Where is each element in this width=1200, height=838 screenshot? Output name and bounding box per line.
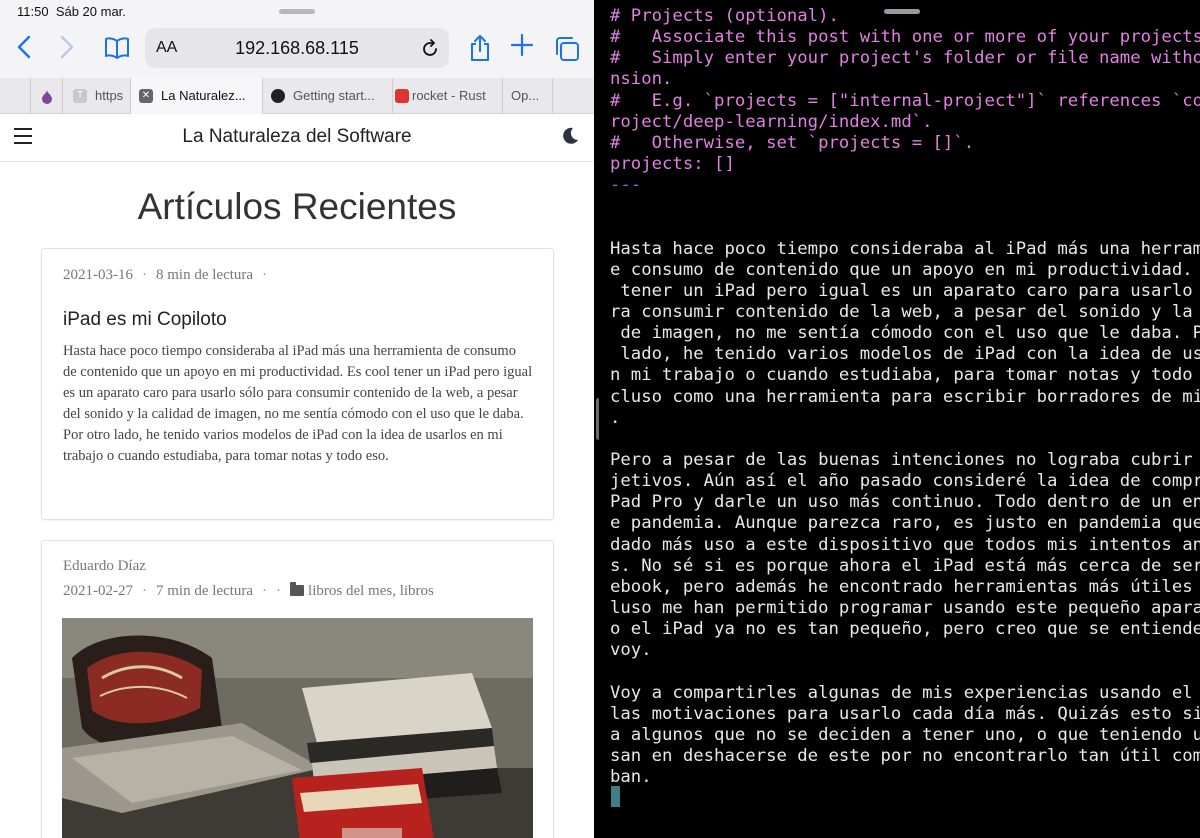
post-date: 2021-03-16 <box>63 267 133 283</box>
post-hero-image[interactable] <box>62 618 533 838</box>
status-time: 11:50 <box>17 4 49 19</box>
editor-line[interactable] <box>610 196 1195 217</box>
reload-icon[interactable] <box>421 38 439 62</box>
editor-line[interactable]: lado, he tenido varios modelos de iPad c… <box>610 344 1200 365</box>
text-cursor <box>611 786 620 807</box>
url-text[interactable]: 192.168.68.115 <box>145 38 449 59</box>
hexagon-favicon-icon <box>271 88 285 103</box>
editor-line[interactable]: Pero a pesar de las buenas intenciones n… <box>610 450 1195 471</box>
editor-line[interactable]: # Associate this post with one or more o… <box>610 27 1200 48</box>
editor-line[interactable]: # E.g. `projects = ["internal-project"]`… <box>610 91 1200 112</box>
editor-line[interactable] <box>610 217 1195 238</box>
editor-line[interactable]: dado más uso a este dispositivo que todo… <box>610 535 1200 556</box>
editor-line[interactable]: cluso como una herramienta para escribir… <box>610 387 1200 408</box>
tab-https[interactable]: Thttps <box>62 78 130 114</box>
tab-bar: Thttps ✕ La Naturalez... Getting start...… <box>0 78 594 114</box>
tab-overflow-left[interactable] <box>0 78 30 114</box>
post-reading-time: 8 min de lectura <box>156 267 254 283</box>
book-icon[interactable] <box>104 37 130 63</box>
post-summary: Hasta hace poco tiempo consideraba al iP… <box>63 343 533 464</box>
editor-line[interactable]: luso me han permitido programar usando e… <box>610 598 1200 619</box>
plus-icon[interactable] <box>510 33 534 59</box>
post-meta: 2021-03-16 · 8 min de lectura · <box>63 267 268 283</box>
post-card[interactable]: 2021-03-16 · 8 min de lectura · iPad es mi … <box>41 248 554 520</box>
close-tab-icon[interactable]: ✕ <box>139 88 153 103</box>
chevron-left-icon[interactable] <box>17 35 31 61</box>
site-header: La Naturaleza del Software <box>0 114 594 162</box>
editor-line[interactable]: nsion. <box>610 69 1195 90</box>
editor-line[interactable]: voy. <box>610 640 1195 661</box>
rocket-favicon-icon <box>395 88 409 103</box>
moon-icon[interactable] <box>560 126 580 150</box>
editor-line[interactable]: a algunos que no se deciden a tener uno,… <box>610 725 1200 746</box>
editor-line[interactable]: . <box>610 408 1195 429</box>
editor-line[interactable]: ra consumir contenido de la web, a pesar… <box>610 302 1195 323</box>
editor-line[interactable]: Hasta hace poco tiempo consideraba al iP… <box>610 239 1200 260</box>
folder-icon <box>290 582 305 596</box>
post-date: 2021-02-27 <box>63 583 133 599</box>
editor-line[interactable]: projects: [] <box>610 154 1195 175</box>
tab-getting-started[interactable]: Getting start... <box>262 78 392 114</box>
tab-op[interactable]: Op... <box>502 78 552 114</box>
editor-line[interactable]: tener un iPad pero igual es un aparato c… <box>610 281 1195 302</box>
editor-line[interactable]: # Otherwise, set `projects = []`. <box>610 133 1195 154</box>
post-meta: 2021-02-27 · 7 min de lectura · · libros del … <box>63 582 434 599</box>
editor-line[interactable] <box>610 661 1195 682</box>
editor-line[interactable]: Pad Pro y darle un uso más continuo. Tod… <box>610 492 1200 513</box>
editor-line[interactable]: n mi trabajo o cuando estudiaba, para to… <box>610 365 1195 386</box>
chevron-right-icon[interactable] <box>60 35 74 61</box>
editor-line[interactable]: roject/deep-learning/index.md`. <box>610 112 1195 133</box>
address-bar[interactable]: AA 192.168.68.115 <box>145 28 449 68</box>
multitasking-grabber[interactable] <box>279 9 315 14</box>
tab-favicon-icon: T <box>73 88 87 103</box>
editor-line[interactable]: las motivaciones para usarlo cada día má… <box>610 704 1200 725</box>
tab-la-naturaleza[interactable]: ✕ La Naturalez... <box>130 78 262 114</box>
post-reading-time: 7 min de lectura <box>156 583 254 599</box>
tab-tor[interactable] <box>30 78 62 114</box>
editor-line[interactable]: e consumo de contenido que un apoyo en m… <box>610 260 1195 281</box>
editor-line[interactable]: --- <box>610 175 1195 196</box>
post-author: Eduardo Díaz <box>63 558 146 574</box>
site-title[interactable]: La Naturaleza del Software <box>0 126 594 148</box>
editor-line[interactable]: o el iPad ya no es tan pequeño, pero cre… <box>610 619 1200 640</box>
tab-rocket-rust[interactable]: rocket - Rust <box>392 78 502 114</box>
text-editor[interactable]: # Projects (optional). # Associate this p… <box>599 0 1200 838</box>
safari-toolbar: AA 192.168.68.115 <box>0 26 594 78</box>
tab-overflow-right[interactable] <box>552 78 594 114</box>
post-card[interactable]: Eduardo Díaz 2021-02-27 · 7 min de lectura… <box>41 540 554 838</box>
tor-onion-icon <box>40 88 54 104</box>
page-heading: Artículos Recientes <box>137 186 457 227</box>
editor-line[interactable]: e pandemia. Aunque parezca raro, es just… <box>610 513 1200 534</box>
post-categories[interactable]: libros del mes, libros <box>308 583 434 599</box>
post-title[interactable]: iPad es mi Copiloto <box>63 309 227 331</box>
safari-window: 11:50 Sáb 20 mar. AA 192.168.68.115 T ht… <box>0 0 594 838</box>
editor-line[interactable]: jetivos. Aún así el año pasado consideré… <box>610 471 1200 492</box>
status-date: Sáb 20 mar. <box>55 4 126 19</box>
books-photo <box>62 618 533 838</box>
status-bar: 11:50 Sáb 20 mar. <box>0 0 594 26</box>
editor-line[interactable]: ebook, pero además he encontrado herrami… <box>610 577 1195 598</box>
editor-line[interactable]: ban. <box>610 767 1195 788</box>
editor-line[interactable]: de imagen, no me sentía cómodo con el us… <box>610 323 1200 344</box>
share-icon[interactable] <box>469 34 491 61</box>
editor-line[interactable]: Voy a compartirles algunas de mis experi… <box>610 683 1195 704</box>
editor-line[interactable]: s. No sé si es porque ahora el iPad está… <box>610 556 1200 577</box>
editor-text-area[interactable]: # Projects (optional). # Associate this p… <box>610 6 1200 788</box>
editor-line[interactable]: # Projects (optional). <box>610 6 1195 27</box>
tabs-icon[interactable] <box>554 36 580 62</box>
editor-line[interactable] <box>610 429 1195 450</box>
editor-line[interactable]: san en deshacerse de este por no encontr… <box>610 746 1200 767</box>
editor-line[interactable]: # Simply enter your project's folder or … <box>610 48 1200 69</box>
